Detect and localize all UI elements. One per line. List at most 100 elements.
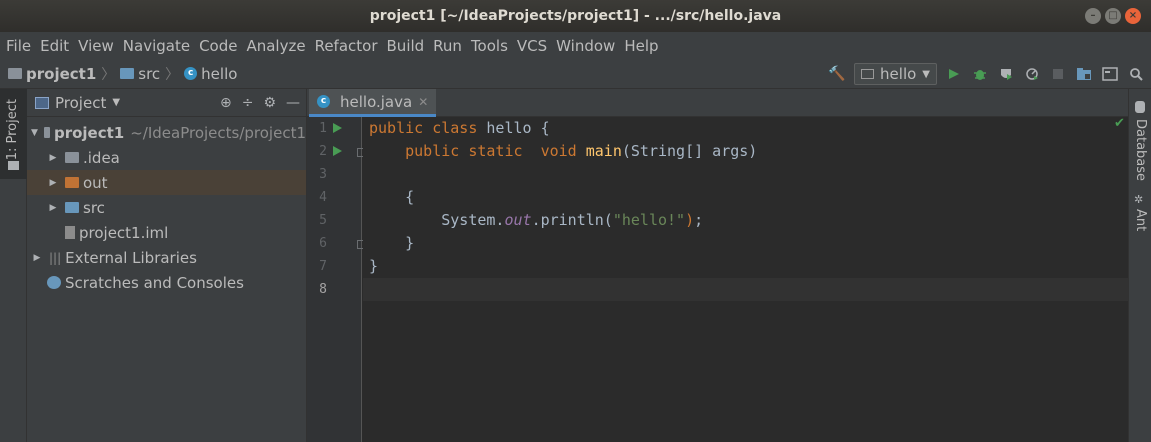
excluded-folder-icon (65, 177, 79, 188)
tree-item-project1-iml[interactable]: project1.iml (27, 220, 306, 245)
menu-navigate[interactable]: Navigate (123, 37, 190, 55)
close-button[interactable]: × (1125, 8, 1141, 24)
source-folder-icon (120, 68, 135, 79)
collapse-arrow-icon[interactable]: ▶ (47, 203, 59, 213)
project-view-selector[interactable]: Project ▼ (35, 94, 120, 112)
menu-tools[interactable]: Tools (471, 37, 508, 55)
tree-item-label: .idea (83, 148, 120, 167)
java-class-icon: c (317, 95, 330, 108)
libraries-icon: ||| (49, 250, 62, 265)
run-gutter-icon[interactable] (333, 123, 342, 133)
code-line-7: } (369, 257, 379, 275)
menu-edit[interactable]: Edit (40, 37, 69, 55)
project-view-icon (35, 96, 49, 109)
breadcrumb-file[interactable]: hello (201, 65, 237, 83)
tree-item-label: External Libraries (65, 248, 197, 267)
profile-icon[interactable] (1023, 65, 1041, 83)
code-line-5: System.out.println("hello!"); (369, 211, 704, 229)
search-icon[interactable] (1127, 65, 1145, 83)
chevron-down-icon: ▼ (112, 97, 121, 108)
project-tree: ▼ project1 ~/IdeaProjects/project1 ▶ .id… (27, 117, 306, 295)
tree-item-label: project1 (53, 123, 125, 142)
menu-run[interactable]: Run (433, 37, 462, 55)
collapse-arrow-icon[interactable]: ▶ (47, 178, 59, 188)
breadcrumb-project[interactable]: project1 (26, 65, 96, 83)
application-icon (861, 69, 875, 79)
minimize-button[interactable]: – (1085, 8, 1101, 24)
current-line-highlight (363, 278, 1128, 301)
java-class-icon: c (184, 67, 198, 80)
run-configuration-select[interactable]: hello ▼ (854, 63, 937, 85)
tree-item-scratches[interactable]: Scratches and Consoles (27, 270, 306, 295)
line-number: 1 (319, 121, 327, 136)
tab-label: hello.java (340, 92, 413, 111)
breadcrumb-folder[interactable]: src (138, 65, 160, 83)
editor-gutter: 1 2 3 4 5 6 7 8 (307, 117, 366, 442)
project-tool-window-tab[interactable]: 1: Project (0, 89, 27, 179)
menu-refactor[interactable]: Refactor (315, 37, 378, 55)
run-configuration-label: hello (880, 65, 917, 83)
locate-icon[interactable]: ⊕ (220, 95, 232, 111)
run-gutter-icon[interactable] (333, 146, 342, 156)
collapse-arrow-icon[interactable]: ▶ (47, 153, 59, 163)
database-tab[interactable]: Database (1133, 119, 1148, 181)
project-structure-icon[interactable] (1075, 65, 1093, 83)
left-tool-stripe: 1: Project (0, 89, 27, 442)
tab-hello-java[interactable]: c hello.java ✕ (309, 89, 437, 117)
tree-item-path: ~/IdeaProjects/project1 (130, 123, 306, 142)
menu-view[interactable]: View (78, 37, 114, 55)
expand-arrow-icon[interactable]: ▼ (31, 128, 38, 138)
tree-item-label: src (83, 198, 105, 217)
collapse-arrow-icon[interactable]: ▶ (31, 253, 43, 263)
project-panel-title: Project (55, 93, 107, 112)
code-editor[interactable]: public class hello { public static void … (363, 117, 1128, 442)
line-number: 3 (319, 167, 327, 182)
code-line-2: public static void main(String[] args) (405, 142, 758, 160)
tree-item-label: Scratches and Consoles (65, 273, 244, 292)
project-panel: Project ▼ ⊕ ÷ ⚙ — ▼ project1 ~/IdeaProje… (27, 89, 307, 442)
project-folder-icon (8, 161, 19, 170)
chevron-right-icon: 〉 (165, 66, 180, 83)
code-line-4: { (369, 188, 415, 206)
tree-item-label: project1.iml (79, 223, 169, 242)
hide-icon[interactable]: — (286, 95, 300, 111)
stop-icon[interactable] (1049, 65, 1067, 83)
code-line-6: } (369, 234, 415, 252)
menu-analyze[interactable]: Analyze (246, 37, 305, 55)
debug-icon[interactable] (971, 65, 989, 83)
tree-item-idea[interactable]: ▶ .idea (27, 145, 306, 170)
ant-icon: ✲ (1134, 193, 1144, 206)
maximize-button[interactable]: □ (1105, 8, 1121, 24)
gear-icon[interactable]: ⚙ (263, 95, 276, 111)
code-line-1: public class hello { (369, 119, 550, 137)
database-icon (1135, 101, 1145, 113)
menu-file[interactable]: File (6, 37, 31, 55)
tree-item-external-libraries[interactable]: ▶ ||| External Libraries (27, 245, 306, 270)
breadcrumb: project1 〉 src 〉 c hello (8, 64, 237, 84)
inspection-ok-icon[interactable]: ✔ (1114, 116, 1125, 131)
line-number: 4 (319, 190, 327, 205)
navigation-bar: project1 〉 src 〉 c hello 🔨 hello ▼ (0, 59, 1151, 89)
menu-code[interactable]: Code (199, 37, 237, 55)
file-icon (65, 226, 75, 239)
tree-item-src[interactable]: ▶ src (27, 195, 306, 220)
menu-help[interactable]: Help (624, 37, 658, 55)
right-tool-stripe: Database ✲ Ant (1128, 89, 1151, 442)
close-icon[interactable]: ✕ (418, 95, 428, 109)
coverage-icon[interactable] (997, 65, 1015, 83)
run-icon[interactable] (945, 65, 963, 83)
ant-tab[interactable]: Ant (1133, 209, 1148, 231)
tree-item-out[interactable]: ▶ out (27, 170, 306, 195)
line-number: 6 (319, 236, 327, 251)
line-number: 7 (319, 259, 327, 274)
window-title: project1 [~/IdeaProjects/project1] - ...… (369, 8, 782, 24)
editor-tab-bar: c hello.java ✕ (307, 89, 1128, 117)
menu-vcs[interactable]: VCS (517, 37, 547, 55)
menu-build[interactable]: Build (387, 37, 425, 55)
menu-window[interactable]: Window (556, 37, 615, 55)
tree-item-project1[interactable]: ▼ project1 ~/IdeaProjects/project1 (27, 120, 306, 145)
module-folder-icon (43, 127, 50, 138)
hammer-icon[interactable]: 🔨 (828, 65, 846, 83)
terminal-icon[interactable] (1101, 65, 1119, 83)
collapse-all-icon[interactable]: ÷ (242, 95, 254, 111)
